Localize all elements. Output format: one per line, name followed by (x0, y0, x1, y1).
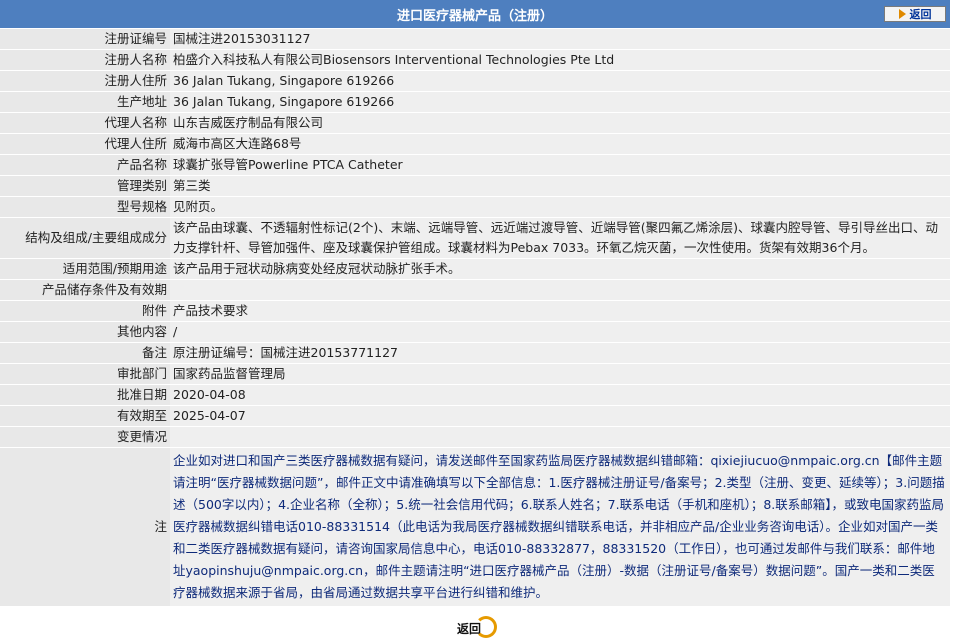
field-label: 型号规格 (0, 197, 170, 217)
detail-row: 代理人名称 山东吉威医疗制品有限公司 (0, 113, 950, 133)
detail-row: 管理类别 第三类 (0, 176, 950, 196)
detail-row: 其他内容 / (0, 322, 950, 342)
field-label: 备注 (0, 343, 170, 363)
field-label: 批准日期 (0, 385, 170, 405)
field-value: 该产品由球囊、不透辐射性标记(2个)、末端、远端导管、远近端过渡导管、近端导管(… (170, 218, 950, 258)
field-value: 见附页。 (170, 197, 950, 217)
detail-row: 适用范围/预期用途 该产品用于冠状动脉病变处经皮冠状动脉扩张手术。 (0, 259, 950, 279)
field-label: 生产地址 (0, 92, 170, 112)
field-label: 变更情况 (0, 427, 170, 447)
field-value: 山东吉威医疗制品有限公司 (170, 113, 950, 133)
field-value: 柏盛介入科技私人有限公司Biosensors Interventional Te… (170, 50, 950, 70)
note-text: 企业如对进口和国产三类医疗器械数据有疑问，请发送邮件至国家药监局医疗器械数据纠错… (170, 448, 950, 606)
detail-row: 代理人住所 威海市高区大连路68号 (0, 134, 950, 154)
back-circle-icon (475, 616, 497, 638)
field-label: 管理类别 (0, 176, 170, 196)
detail-row: 注册人住所 36 Jalan Tukang, Singapore 619266 (0, 71, 950, 91)
note-row: 注企业如对进口和国产三类医疗器械数据有疑问，请发送邮件至国家药监局医疗器械数据纠… (0, 448, 950, 606)
detail-row: 备注 原注册证编号：国械注进20153771127 (0, 343, 950, 363)
field-value: 国械注进20153031127 (170, 29, 950, 49)
detail-table: 注册证编号 国械注进20153031127 注册人名称 柏盛介入科技私人有限公司Bio… (0, 28, 950, 607)
page-title-bar: 进口医疗器械产品（注册） (0, 0, 950, 28)
field-label: 代理人名称 (0, 113, 170, 133)
back-arrow-icon (898, 9, 906, 19)
detail-row: 审批部门 国家药品监督管理局 (0, 364, 950, 384)
detail-row: 附件 产品技术要求 (0, 301, 950, 321)
back-button-top[interactable]: 返回 (884, 6, 946, 22)
field-value: 该产品用于冠状动脉病变处经皮冠状动脉扩张手术。 (170, 259, 950, 279)
field-label: 注册人名称 (0, 50, 170, 70)
field-value: 产品技术要求 (170, 301, 950, 321)
detail-row: 注册人名称 柏盛介入科技私人有限公司Biosensors Intervention… (0, 50, 950, 70)
field-label: 审批部门 (0, 364, 170, 384)
field-value: 国家药品监督管理局 (170, 364, 950, 384)
detail-row: 产品名称 球囊扩张导管Powerline PTCA Catheter (0, 155, 950, 175)
field-value: 36 Jalan Tukang, Singapore 619266 (170, 71, 950, 91)
detail-row: 注册证编号 国械注进20153031127 (0, 29, 950, 49)
page-title: 进口医疗器械产品（注册） (396, 8, 553, 24)
detail-row: 变更情况 (0, 427, 950, 447)
field-value (170, 280, 950, 300)
detail-row: 生产地址 36 Jalan Tukang, Singapore 619266 (0, 92, 950, 112)
field-value: / (170, 322, 950, 342)
field-label: 有效期至 (0, 406, 170, 426)
field-label: 其他内容 (0, 322, 170, 342)
back-button-label: 返回 (909, 8, 932, 21)
field-value: 球囊扩张导管Powerline PTCA Catheter (170, 155, 950, 175)
field-label: 适用范围/预期用途 (0, 259, 170, 279)
detail-row: 产品储存条件及有效期 (0, 280, 950, 300)
detail-row: 有效期至 2025-04-07 (0, 406, 950, 426)
back-button-bottom[interactable]: 返回 (449, 616, 499, 640)
detail-row: 批准日期 2020-04-08 (0, 385, 950, 405)
field-label: 附件 (0, 301, 170, 321)
field-value: 原注册证编号：国械注进20153771127 (170, 343, 950, 363)
field-value (170, 427, 950, 447)
note-label: 注 (0, 448, 170, 606)
field-value: 威海市高区大连路68号 (170, 134, 950, 154)
field-label: 代理人住所 (0, 134, 170, 154)
field-value: 2020-04-08 (170, 385, 950, 405)
field-label: 产品名称 (0, 155, 170, 175)
field-label: 注册人住所 (0, 71, 170, 91)
detail-row: 结构及组成/主要组成成分 该产品由球囊、不透辐射性标记(2个)、末端、远端导管、远… (0, 218, 950, 258)
field-value: 2025-04-07 (170, 406, 950, 426)
field-value: 第三类 (170, 176, 950, 196)
detail-row: 型号规格 见附页。 (0, 197, 950, 217)
field-label: 结构及组成/主要组成成分 (0, 218, 170, 258)
field-label: 注册证编号 (0, 29, 170, 49)
field-value: 36 Jalan Tukang, Singapore 619266 (170, 92, 950, 112)
field-label: 产品储存条件及有效期 (0, 280, 170, 300)
